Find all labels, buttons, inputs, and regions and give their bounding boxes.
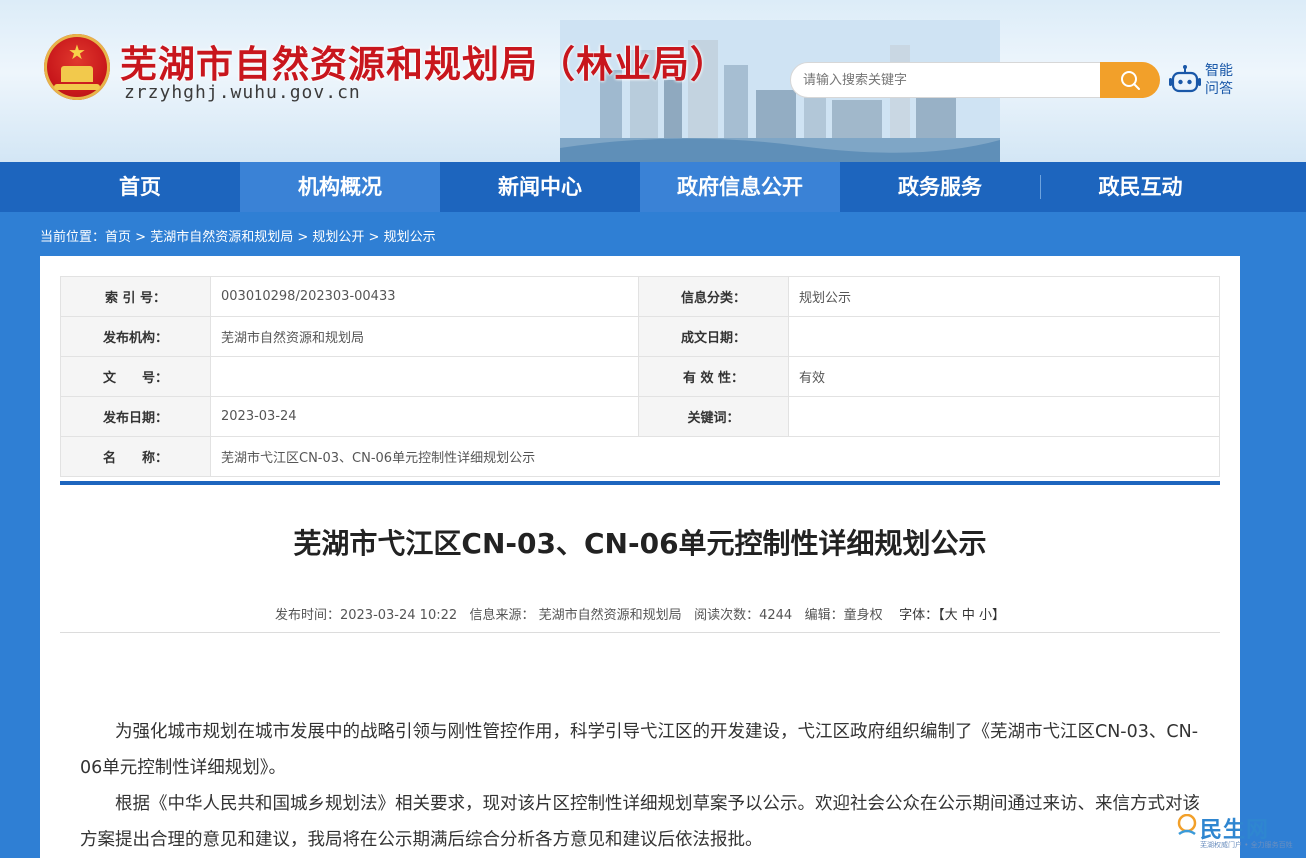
index-number-label: 索 引 号：	[60, 276, 211, 317]
name-label: 名 称：	[60, 436, 211, 477]
written-date-value	[788, 316, 1220, 357]
category-label: 信息分类：	[638, 276, 789, 317]
index-number-value: 003010298/202303-00433	[210, 276, 639, 317]
breadcrumb-planning-notice[interactable]: 规划公示	[384, 230, 436, 245]
breadcrumb-separator: >	[293, 230, 313, 245]
table-row: 索 引 号： 003010298/202303-00433 信息分类： 规划公示	[60, 276, 1220, 317]
bracket-close: 】	[992, 608, 1006, 623]
publish-time: 发布时间：2023-03-24 10:22	[274, 608, 458, 623]
editor: 编辑：童身权	[804, 608, 883, 623]
font-size-control: 字体：【大 中 小】	[899, 608, 1005, 623]
org-value: 芜湖市自然资源和规划局	[210, 316, 639, 357]
category-value: 规划公示	[788, 276, 1220, 317]
info-meta-table: 索 引 号： 003010298/202303-00433 信息分类： 规划公示…	[60, 276, 1220, 477]
breadcrumb-planning-open[interactable]: 规划公开	[312, 230, 364, 245]
search-icon	[1121, 71, 1140, 90]
national-emblem-icon: ★	[44, 34, 110, 100]
search-button[interactable]	[1100, 62, 1160, 98]
font-size-label: 字体：	[899, 608, 939, 623]
article-paragraph: 根据《中华人民共和国城乡规划法》相关要求，现对该片区控制性详细规划草案予以公示。…	[80, 794, 1200, 850]
article-meta: 发布时间：2023-03-24 10:22 信息来源： 芜湖市自然资源和规划局 …	[40, 604, 1240, 623]
nav-home[interactable]: 首页	[40, 162, 240, 212]
breadcrumb-separator: >	[131, 230, 151, 245]
breadcrumb-bureau[interactable]: 芜湖市自然资源和规划局	[150, 230, 293, 245]
font-large-button[interactable]: 大	[945, 608, 958, 623]
publish-date-label: 发布日期：	[60, 396, 211, 437]
breadcrumb-home[interactable]: 首页	[105, 230, 131, 245]
divider	[60, 632, 1220, 633]
main-nav: 首页 机构概况 新闻中心 政府信息公开 政务服务 政民互动	[0, 162, 1306, 212]
site-header: ★ 芜湖市自然资源和规划局（林业局） zrzyhghj.wuhu.gov.cn …	[0, 0, 1306, 162]
table-row: 名 称： 芜湖市弋江区CN-03、CN-06单元控制性详细规划公示	[60, 436, 1220, 477]
table-row: 发布机构： 芜湖市自然资源和规划局 成文日期：	[60, 316, 1220, 357]
article-paragraph: 为强化城市规划在城市发展中的战略引领与刚性管控作用，科学引导弋江区的开发建设，弋…	[80, 722, 1199, 778]
doc-number-value	[210, 356, 639, 397]
minsheng-watermark: 民生网 芜湖权威门户 • 全力服务百姓	[1176, 812, 1293, 852]
table-row: 文 号： 有 效 性： 有效	[60, 356, 1220, 397]
publish-date-value: 2023-03-24	[210, 396, 639, 437]
validity-value: 有效	[788, 356, 1220, 397]
written-date-label: 成文日期：	[638, 316, 789, 357]
minsheng-logo-icon	[1177, 814, 1197, 836]
breadcrumb-separator: >	[364, 230, 384, 245]
robot-assistant-icon[interactable]	[1168, 64, 1202, 98]
breadcrumb-prefix: 当前位置：	[40, 230, 106, 245]
font-small-button[interactable]: 小	[979, 608, 992, 623]
font-medium-button[interactable]: 中	[962, 608, 975, 623]
site-title[interactable]: 芜湖市自然资源和规划局（林业局）	[120, 34, 728, 88]
watermark-subtext: 芜湖权威门户 • 全力服务百姓	[1200, 841, 1293, 849]
doc-number-label: 文 号：	[60, 356, 211, 397]
search-input[interactable]	[790, 62, 1102, 98]
breadcrumb: 当前位置：首页 > 芜湖市自然资源和规划局 > 规划公开 > 规划公示	[40, 226, 436, 245]
table-row: 发布日期： 2023-03-24 关键词：	[60, 396, 1220, 437]
content-panel: 索 引 号： 003010298/202303-00433 信息分类： 规划公示…	[40, 256, 1240, 858]
assistant-label[interactable]: 智能问答	[1205, 62, 1237, 98]
nav-about[interactable]: 机构概况	[240, 162, 440, 212]
keyword-label: 关键词：	[638, 396, 789, 437]
nav-services[interactable]: 政务服务	[840, 162, 1040, 212]
nav-interaction[interactable]: 政民互动	[1041, 162, 1240, 212]
view-count: 阅读次数：4244	[694, 608, 793, 623]
name-value: 芜湖市弋江区CN-03、CN-06单元控制性详细规划公示	[210, 436, 1220, 477]
keyword-value	[788, 396, 1220, 437]
info-source: 信息来源： 芜湖市自然资源和规划局	[469, 608, 682, 623]
nav-news[interactable]: 新闻中心	[440, 162, 640, 212]
nav-gov-info[interactable]: 政府信息公开	[640, 162, 840, 212]
divider	[60, 481, 1220, 485]
validity-label: 有 效 性：	[638, 356, 789, 397]
article-title: 芜湖市弋江区CN-03、CN-06单元控制性详细规划公示	[293, 527, 987, 560]
site-domain: zrzyhghj.wuhu.gov.cn	[124, 82, 361, 103]
org-label: 发布机构：	[60, 316, 211, 357]
